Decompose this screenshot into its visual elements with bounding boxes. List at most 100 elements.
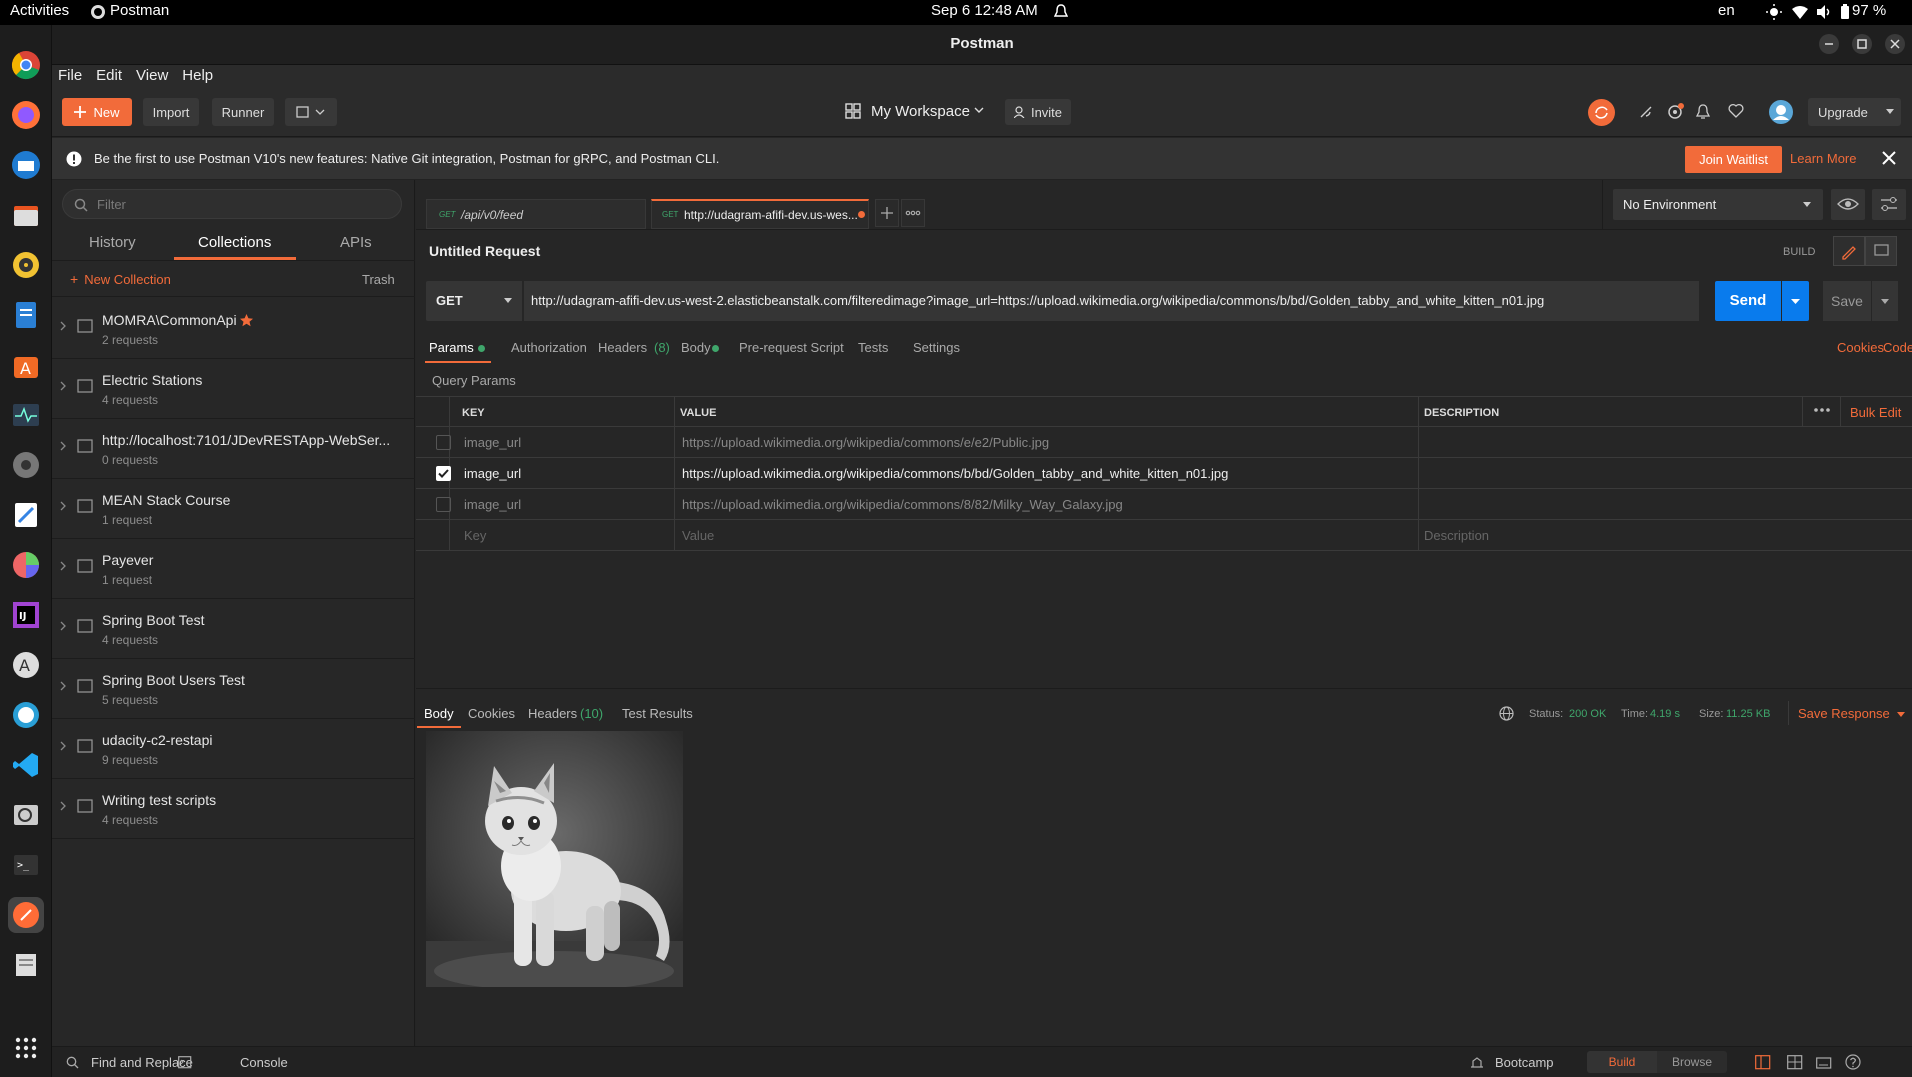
thunderbird-icon[interactable] [8,147,44,183]
activities-button[interactable]: Activities [10,2,69,19]
comments-button[interactable] [1865,236,1897,266]
minimize-button[interactable] [1819,34,1839,54]
cookies-link[interactable]: Cookies [1837,340,1884,355]
response-tab-test-results[interactable]: Test Results [622,706,693,721]
param-value[interactable]: https://upload.wikimedia.org/wikipedia/c… [682,435,1049,450]
menu-file[interactable]: File [58,65,82,87]
close-window-button[interactable] [1885,34,1905,54]
status-value[interactable]: 200 OK [1569,708,1606,720]
new-window-button[interactable] [285,98,337,126]
keyboard-shortcuts-icon[interactable] [1816,1055,1832,1070]
menu-help[interactable]: Help [182,65,213,87]
param-key[interactable]: image_url [464,497,521,512]
save-button[interactable]: Save [1823,281,1871,321]
response-tab-body[interactable]: Body [424,706,454,721]
collection-item[interactable]: MOMRA\CommonApi 2 requests [52,299,415,359]
save-response-button[interactable]: Save Response [1798,706,1890,721]
response-tab-headers[interactable]: Headers [528,706,577,721]
url-input[interactable]: http://udagram-afifi-dev.us-west-2.elast… [524,281,1699,321]
browse-mode-toggle[interactable]: Browse [1657,1051,1727,1073]
send-options-button[interactable] [1782,281,1809,321]
environment-select[interactable]: No Environment [1613,189,1823,220]
terminal-icon[interactable]: >_ [8,847,44,883]
collection-item[interactable]: Spring Boot Users Test 5 requests [52,659,415,719]
tab-apis[interactable]: APIs [340,234,372,251]
maximize-button[interactable] [1852,34,1872,54]
new-param-key-input[interactable]: Key [464,528,486,543]
sync-icon[interactable] [1588,99,1615,126]
build-mode-toggle[interactable]: Build [1587,1051,1657,1073]
collection-item[interactable]: udacity-c2-restapi 9 requests [52,719,415,779]
image-viewer-icon[interactable] [8,797,44,833]
new-collection-button[interactable]: + New Collection [70,271,171,287]
runner-button[interactable]: Runner [212,98,274,126]
invite-button[interactable]: Invite [1005,99,1071,125]
satellite-icon[interactable] [1638,104,1654,120]
heart-icon[interactable] [1728,103,1744,119]
globe-icon[interactable] [1499,706,1514,721]
param-key[interactable]: image_url [464,435,521,450]
collection-item[interactable]: http://localhost:7101/JDevRESTApp-WebSer… [52,419,415,479]
manage-environments-button[interactable] [1872,189,1906,220]
settings-gear-icon[interactable] [1666,103,1684,121]
system-monitor-icon[interactable] [8,397,44,433]
menu-edit[interactable]: Edit [96,65,122,87]
bootcamp-button[interactable]: Bootcamp [1495,1055,1554,1070]
code-link[interactable]: Code [1883,340,1912,355]
workspace-selector[interactable]: My Workspace [871,103,970,120]
notes-icon[interactable] [8,947,44,983]
notifications-bell-icon[interactable] [1695,103,1711,121]
text-editor-icon[interactable] [8,497,44,533]
android-studio-icon[interactable]: A [8,647,44,683]
postman-dock-icon[interactable] [8,897,44,933]
app-grid-icon[interactable] [8,1030,44,1066]
tab-headers[interactable]: Headers [598,340,647,355]
trash-link[interactable]: Trash [362,272,395,287]
rhythmbox-icon[interactable] [8,247,44,283]
tab-tests[interactable]: Tests [858,340,888,355]
close-banner-icon[interactable] [1882,151,1896,165]
request-tab-active[interactable]: GET http://udagram-afifi-dev.us-wes... [651,199,869,229]
avatar[interactable] [1769,100,1793,124]
tab-collections[interactable]: Collections [198,234,271,251]
tab-settings[interactable]: Settings [913,340,960,355]
app-icon-blue[interactable] [8,697,44,733]
param-value[interactable]: https://upload.wikimedia.org/wikipedia/c… [682,497,1123,512]
tab-body[interactable]: Body [681,340,711,355]
time-value[interactable]: 4.19 s [1650,708,1680,720]
environment-quick-look-button[interactable] [1831,189,1865,220]
param-checkbox-checked[interactable] [436,466,451,481]
save-options-button[interactable] [1872,281,1898,321]
collection-item[interactable]: Writing test scripts 4 requests [52,779,415,839]
request-title[interactable]: Untitled Request [429,243,540,259]
more-options-icon[interactable] [1812,404,1832,416]
method-select[interactable]: GET [426,281,522,321]
collection-item[interactable]: Spring Boot Test 4 requests [52,599,415,659]
param-value[interactable]: https://upload.wikimedia.org/wikipedia/c… [682,466,1228,481]
filter-input[interactable]: Filter [62,189,402,219]
intellij-icon[interactable]: IJ [8,597,44,633]
new-param-value-input[interactable]: Value [682,528,714,543]
param-key[interactable]: image_url [464,466,521,481]
clock[interactable]: Sep 6 12:48 AM [931,2,1038,19]
two-pane-view-icon[interactable] [1755,1055,1771,1070]
firefox-icon[interactable] [8,97,44,133]
files-icon[interactable] [8,197,44,233]
upgrade-button[interactable]: Upgrade [1808,98,1901,126]
menu-view[interactable]: View [136,65,168,87]
layout-icon[interactable] [1787,1055,1803,1070]
console-button[interactable]: Console [240,1055,288,1070]
new-button[interactable]: New [62,98,132,126]
color-picker-icon[interactable] [8,547,44,583]
vscode-icon[interactable] [8,747,44,783]
join-waitlist-button[interactable]: Join Waitlist [1685,146,1782,173]
bulk-edit-link[interactable]: Bulk Edit [1850,405,1901,420]
tab-history[interactable]: History [89,234,136,251]
collection-item[interactable]: Electric Stations 4 requests [52,359,415,419]
add-tab-button[interactable] [875,199,899,227]
learn-more-link[interactable]: Learn More [1790,151,1856,166]
software-center-icon[interactable]: A [8,347,44,383]
send-button[interactable]: Send [1715,281,1781,321]
response-tab-cookies[interactable]: Cookies [468,706,515,721]
import-button[interactable]: Import [143,98,199,126]
